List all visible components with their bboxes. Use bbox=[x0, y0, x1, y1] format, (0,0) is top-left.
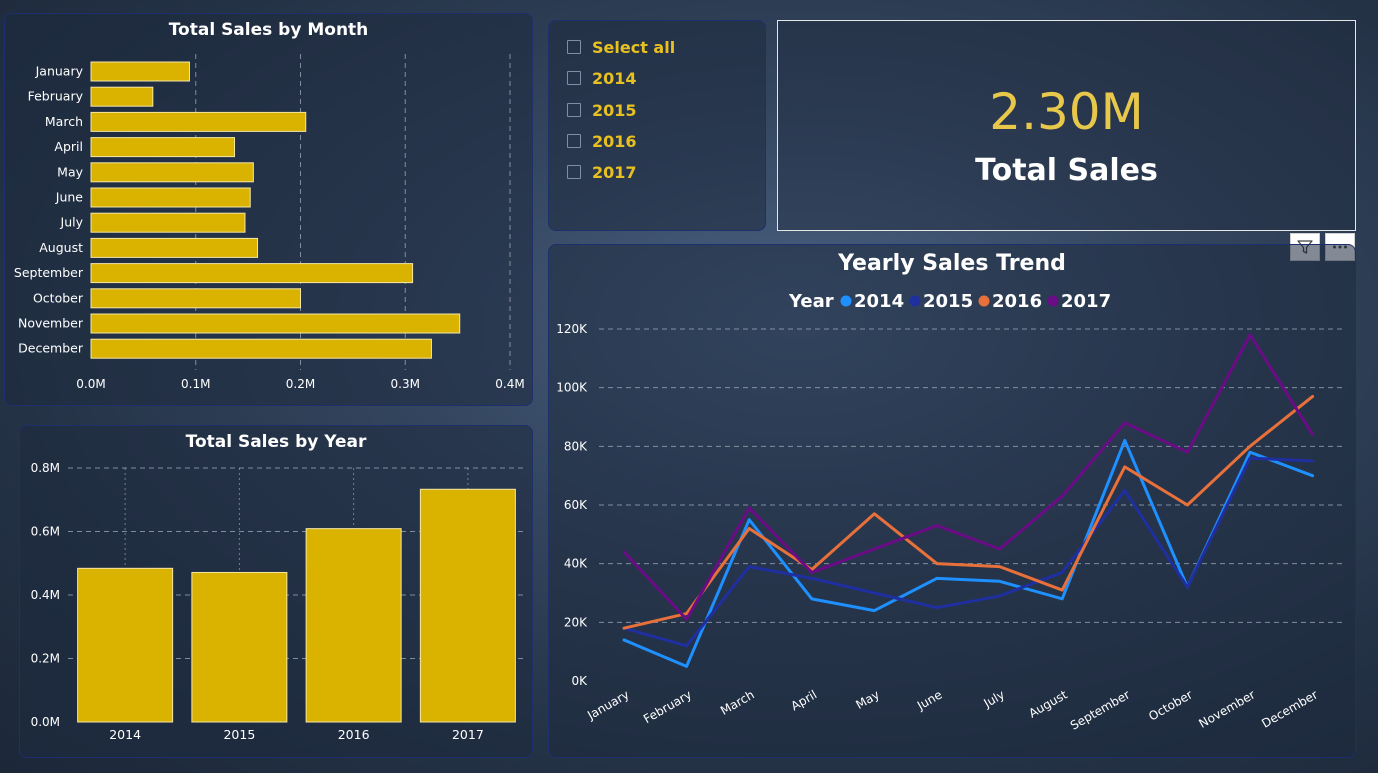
x-tick-label: December bbox=[1259, 687, 1320, 730]
bar bbox=[90, 338, 432, 359]
slicer-item-label: 2017 bbox=[592, 162, 637, 182]
y-tick-label: November bbox=[18, 316, 84, 331]
slicer-item-2015[interactable]: 2015 bbox=[567, 98, 637, 122]
y-tick-label: 20K bbox=[564, 615, 588, 629]
bar bbox=[90, 61, 190, 82]
y-tick-label: 80K bbox=[564, 439, 588, 453]
y-tick-label: October bbox=[33, 290, 84, 305]
checkbox[interactable] bbox=[567, 71, 581, 85]
y-tick-label: August bbox=[39, 240, 83, 255]
year-slicer: Select all 2014 2015 2016 2017 bbox=[548, 20, 766, 231]
checkbox[interactable] bbox=[567, 40, 581, 54]
legend-marker bbox=[840, 295, 852, 307]
x-tick-label: April bbox=[789, 687, 820, 713]
y-tick-label: 120K bbox=[556, 322, 588, 336]
month-chart-panel: Total Sales by Month 0.0M 0.1M 0.2M 0.3M 0.4… bbox=[4, 13, 533, 406]
x-tick-label: November bbox=[1196, 687, 1257, 730]
bar bbox=[90, 187, 251, 208]
y-tick-label: 0.6M bbox=[31, 525, 60, 539]
slicer-item-2017[interactable]: 2017 bbox=[567, 160, 637, 184]
slicer-item-2016[interactable]: 2016 bbox=[567, 129, 637, 153]
y-tick-label: 0.0M bbox=[31, 715, 60, 729]
x-tick-label: 0.3M bbox=[391, 377, 420, 391]
y-tick-label: February bbox=[28, 89, 84, 104]
series-line bbox=[622, 438, 1315, 668]
slicer-item-label: Select all bbox=[592, 37, 676, 57]
year-chart-panel: Total Sales by Year 0.0M 0.2M 0.4M 0.6M 0.8M… bbox=[19, 425, 533, 758]
x-tick-label: February bbox=[641, 687, 694, 726]
bar bbox=[90, 111, 307, 132]
legend-label: 2016 bbox=[992, 291, 1042, 312]
kpi-card: 2.30M Total Sales bbox=[777, 20, 1356, 231]
y-tick-label: 100K bbox=[556, 381, 588, 395]
y-tick-label: 0K bbox=[571, 674, 588, 688]
checkbox[interactable] bbox=[567, 134, 581, 148]
trend-line-chart: 0K 20K 40K 60K 80K 100K 120K January February Mar… bbox=[556, 291, 1345, 733]
slicer-item-2014[interactable]: 2014 bbox=[567, 66, 637, 90]
legend-label: 2014 bbox=[854, 291, 904, 312]
slicer-item-select-all[interactable]: Select all bbox=[567, 35, 675, 59]
y-tick-label: May bbox=[57, 164, 83, 179]
legend-label: 2017 bbox=[1061, 291, 1111, 312]
bar bbox=[90, 137, 236, 158]
bar bbox=[77, 567, 174, 723]
x-tick-label: October bbox=[1146, 687, 1195, 723]
y-tick-label: 40K bbox=[564, 557, 588, 571]
y-tick-label: December bbox=[18, 341, 84, 356]
slicer-item-label: 2014 bbox=[592, 68, 637, 88]
series-line bbox=[622, 333, 1315, 621]
y-tick-label: January bbox=[35, 64, 84, 79]
x-tick-label: March bbox=[718, 687, 757, 717]
bar bbox=[90, 86, 154, 107]
legend-marker bbox=[1047, 295, 1059, 307]
bar bbox=[90, 162, 254, 183]
slicer-item-label: 2016 bbox=[592, 131, 637, 151]
x-tick-label: September bbox=[1068, 687, 1132, 732]
bar bbox=[90, 263, 414, 284]
month-bar-chart: 0.0M 0.1M 0.2M 0.3M 0.4M January February March… bbox=[14, 54, 525, 391]
x-tick-label: 0.2M bbox=[286, 377, 315, 391]
kpi-label: Total Sales bbox=[975, 153, 1158, 188]
y-tick-label: July bbox=[60, 215, 84, 230]
bar bbox=[191, 571, 288, 723]
bar bbox=[305, 528, 402, 723]
x-tick-label: 0.1M bbox=[181, 377, 210, 391]
y-tick-label: 0.4M bbox=[31, 588, 60, 602]
x-tick-label: 2016 bbox=[338, 727, 370, 742]
kpi-value: 2.30M bbox=[989, 83, 1144, 141]
x-tick-label: May bbox=[853, 687, 881, 712]
x-tick-label: January bbox=[584, 687, 631, 722]
slicer-item-label: 2015 bbox=[592, 100, 637, 120]
y-tick-label: March bbox=[45, 114, 83, 129]
y-tick-label: September bbox=[14, 265, 84, 280]
x-tick-label: 2017 bbox=[452, 727, 484, 742]
bar bbox=[90, 212, 246, 233]
legend-marker bbox=[909, 295, 921, 307]
bar bbox=[90, 313, 461, 334]
x-tick-label: July bbox=[981, 687, 1008, 710]
y-tick-label: 60K bbox=[564, 498, 588, 512]
checkbox[interactable] bbox=[567, 165, 581, 179]
y-tick-label: 0.2M bbox=[31, 652, 60, 666]
y-tick-label: June bbox=[55, 190, 84, 205]
x-tick-label: 2014 bbox=[109, 727, 141, 742]
x-tick-label: June bbox=[914, 687, 945, 713]
y-tick-label: 0.8M bbox=[31, 461, 60, 475]
legend-marker bbox=[978, 295, 990, 307]
x-tick-label: 0.4M bbox=[495, 377, 524, 391]
legend-title: Year bbox=[788, 291, 834, 312]
bar bbox=[419, 488, 516, 723]
trend-chart-panel: Yearly Sales Trend 0K 20K 40K 60K 80K 100K 120… bbox=[548, 244, 1356, 758]
year-bar-chart: 0.0M 0.2M 0.4M 0.6M 0.8M 2014 2015 2016 2017 bbox=[31, 461, 525, 742]
bar bbox=[90, 288, 301, 309]
x-tick-label: August bbox=[1026, 687, 1070, 720]
checkbox[interactable] bbox=[567, 103, 581, 117]
legend-label: 2015 bbox=[923, 291, 973, 312]
bar bbox=[90, 237, 259, 258]
x-tick-label: 0.0M bbox=[76, 377, 105, 391]
y-tick-label: April bbox=[54, 139, 83, 154]
x-tick-label: 2015 bbox=[223, 727, 255, 742]
